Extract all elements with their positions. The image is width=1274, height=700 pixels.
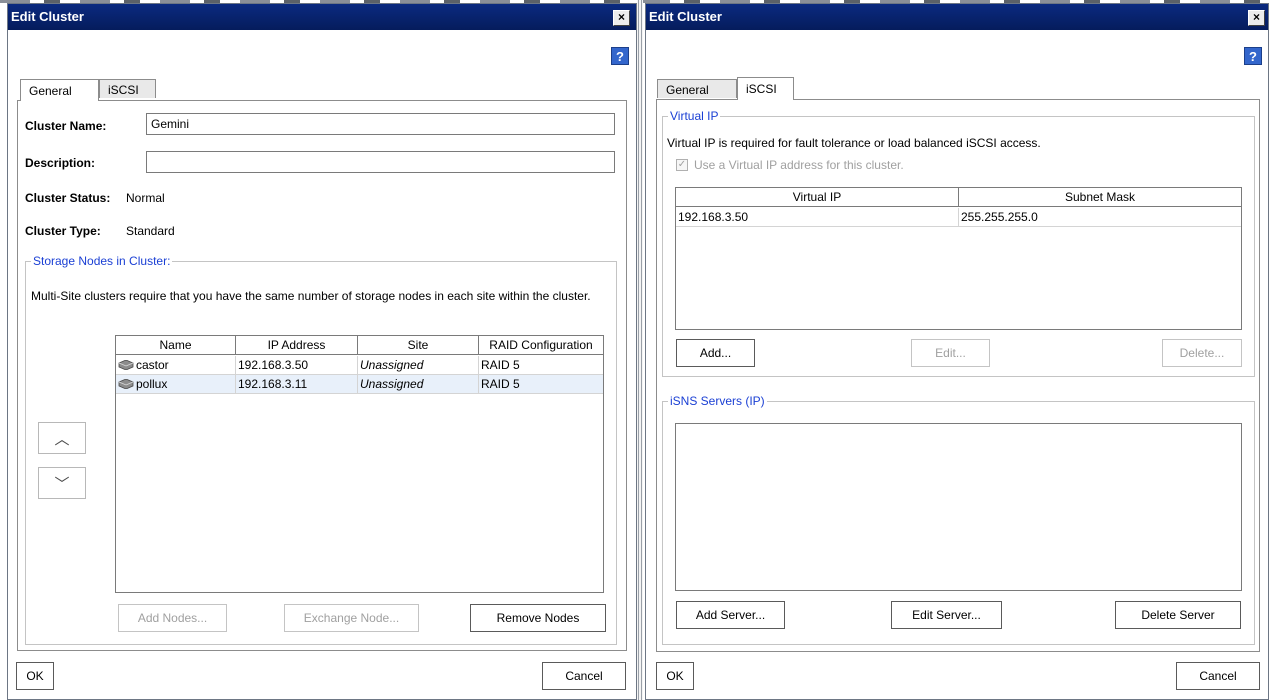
chevron-down-icon: ﹀ bbox=[54, 475, 70, 493]
exchange-node-button[interactable]: Exchange Node... bbox=[284, 604, 419, 632]
multi-site-note: Multi-Site clusters require that you hav… bbox=[31, 289, 591, 303]
window-divider bbox=[637, 0, 643, 700]
node-site-cell: Unassigned bbox=[358, 356, 479, 374]
tab-general[interactable]: General bbox=[657, 79, 737, 98]
edit-server-button[interactable]: Edit Server... bbox=[891, 601, 1002, 629]
delete-virtual-ip-button[interactable]: Delete... bbox=[1162, 339, 1242, 367]
edit-virtual-ip-button[interactable]: Edit... bbox=[911, 339, 990, 367]
node-ip-cell: 192.168.3.11 bbox=[236, 375, 358, 393]
edit-cluster-dialog-iscsi: Edit Cluster × ? Virtual IP Virtual IP i… bbox=[645, 3, 1269, 700]
tab-iscsi[interactable]: iSCSI bbox=[737, 77, 794, 100]
cluster-type-value: Standard bbox=[126, 224, 175, 238]
column-header-site[interactable]: Site bbox=[358, 336, 479, 355]
description-input[interactable] bbox=[146, 151, 615, 173]
column-header-raid-configuration[interactable]: RAID Configuration bbox=[479, 336, 603, 355]
title-bar: Edit Cluster × bbox=[646, 4, 1268, 30]
column-header-ip-address[interactable]: IP Address bbox=[236, 336, 358, 355]
ok-button[interactable]: OK bbox=[656, 662, 694, 690]
storage-nodes-table: Name IP Address Site RAID Configuration … bbox=[115, 335, 604, 593]
cancel-button[interactable]: Cancel bbox=[542, 662, 626, 690]
ok-button[interactable]: OK bbox=[16, 662, 54, 690]
node-ip-cell: 192.168.3.50 bbox=[236, 356, 358, 374]
add-virtual-ip-button[interactable]: Add... bbox=[676, 339, 755, 367]
node-name: pollux bbox=[136, 377, 168, 391]
chevron-up-icon: ︿ bbox=[54, 430, 70, 448]
virtual-ip-cell: 192.168.3.50 bbox=[676, 208, 959, 226]
use-virtual-ip-label: Use a Virtual IP address for this cluste… bbox=[694, 158, 904, 172]
table-row[interactable]: pollux 192.168.3.11 Unassigned RAID 5 bbox=[116, 375, 603, 394]
column-header-name[interactable]: Name bbox=[116, 336, 236, 355]
close-icon[interactable]: × bbox=[1248, 10, 1265, 26]
title-bar: Edit Cluster × bbox=[8, 4, 636, 30]
table-header: Virtual IP Subnet Mask bbox=[676, 188, 1241, 207]
node-raid-cell: RAID 5 bbox=[481, 377, 520, 391]
table-row[interactable]: 192.168.3.50 255.255.255.0 bbox=[676, 208, 1241, 227]
cancel-button[interactable]: Cancel bbox=[1176, 662, 1260, 690]
general-tab-panel: Cluster Name: Gemini Description: Cluste… bbox=[17, 100, 627, 651]
remove-nodes-button[interactable]: Remove Nodes bbox=[470, 604, 606, 632]
delete-server-button[interactable]: Delete Server bbox=[1115, 601, 1241, 629]
tab-general[interactable]: General bbox=[20, 79, 99, 101]
node-name-cell: castor bbox=[116, 356, 236, 374]
move-down-button[interactable]: ﹀ bbox=[38, 467, 86, 499]
virtual-ip-table: Virtual IP Subnet Mask 192.168.3.50 255.… bbox=[675, 187, 1242, 330]
dialog-title: Edit Cluster bbox=[649, 9, 722, 24]
virtual-ip-note: Virtual IP is required for fault toleran… bbox=[667, 136, 1041, 150]
use-virtual-ip-checkbox[interactable]: ✓ bbox=[676, 159, 688, 171]
cluster-name-input[interactable]: Gemini bbox=[146, 113, 615, 135]
description-label: Description: bbox=[25, 156, 96, 170]
help-icon[interactable]: ? bbox=[611, 47, 629, 65]
cluster-status-label: Cluster Status: bbox=[25, 191, 111, 205]
storage-node-icon bbox=[118, 360, 134, 370]
edit-cluster-dialog-general: Edit Cluster × ? Cluster Name: Gemini De… bbox=[7, 3, 637, 700]
tab-iscsi[interactable]: iSCSI bbox=[99, 79, 156, 98]
node-raid-cell: RAID 5 bbox=[481, 358, 520, 372]
cluster-name-label: Cluster Name: bbox=[25, 119, 107, 133]
isns-servers-list[interactable] bbox=[675, 423, 1242, 591]
column-header-subnet-mask[interactable]: Subnet Mask bbox=[959, 188, 1241, 207]
close-icon[interactable]: × bbox=[613, 10, 630, 26]
storage-nodes-legend: Storage Nodes in Cluster: bbox=[31, 254, 173, 268]
node-name: castor bbox=[136, 358, 169, 372]
node-name-cell: pollux bbox=[116, 375, 236, 393]
column-header-virtual-ip[interactable]: Virtual IP bbox=[676, 188, 959, 207]
add-server-button[interactable]: Add Server... bbox=[676, 601, 785, 629]
add-nodes-button[interactable]: Add Nodes... bbox=[118, 604, 227, 632]
help-icon[interactable]: ? bbox=[1244, 47, 1262, 65]
cluster-status-value: Normal bbox=[126, 191, 165, 205]
table-row[interactable]: castor 192.168.3.50 Unassigned RAID 5 bbox=[116, 356, 603, 375]
iscsi-tab-panel: Virtual IP Virtual IP is required for fa… bbox=[656, 99, 1260, 652]
storage-node-icon bbox=[118, 379, 134, 389]
node-site-cell: Unassigned bbox=[358, 375, 479, 393]
table-header: Name IP Address Site RAID Configuration bbox=[116, 336, 603, 355]
move-up-button[interactable]: ︿ bbox=[38, 422, 86, 454]
isns-servers-legend: iSNS Servers (IP) bbox=[668, 394, 767, 408]
virtual-ip-group: Virtual IP Virtual IP is required for fa… bbox=[662, 109, 1255, 377]
isns-servers-group: iSNS Servers (IP) Add Server... Edit Ser… bbox=[662, 394, 1255, 645]
dialog-title: Edit Cluster bbox=[11, 9, 84, 24]
virtual-ip-legend: Virtual IP bbox=[668, 109, 721, 123]
storage-nodes-group: Storage Nodes in Cluster: Multi-Site clu… bbox=[25, 254, 617, 645]
cluster-type-label: Cluster Type: bbox=[25, 224, 101, 238]
subnet-mask-cell: 255.255.255.0 bbox=[961, 210, 1038, 224]
